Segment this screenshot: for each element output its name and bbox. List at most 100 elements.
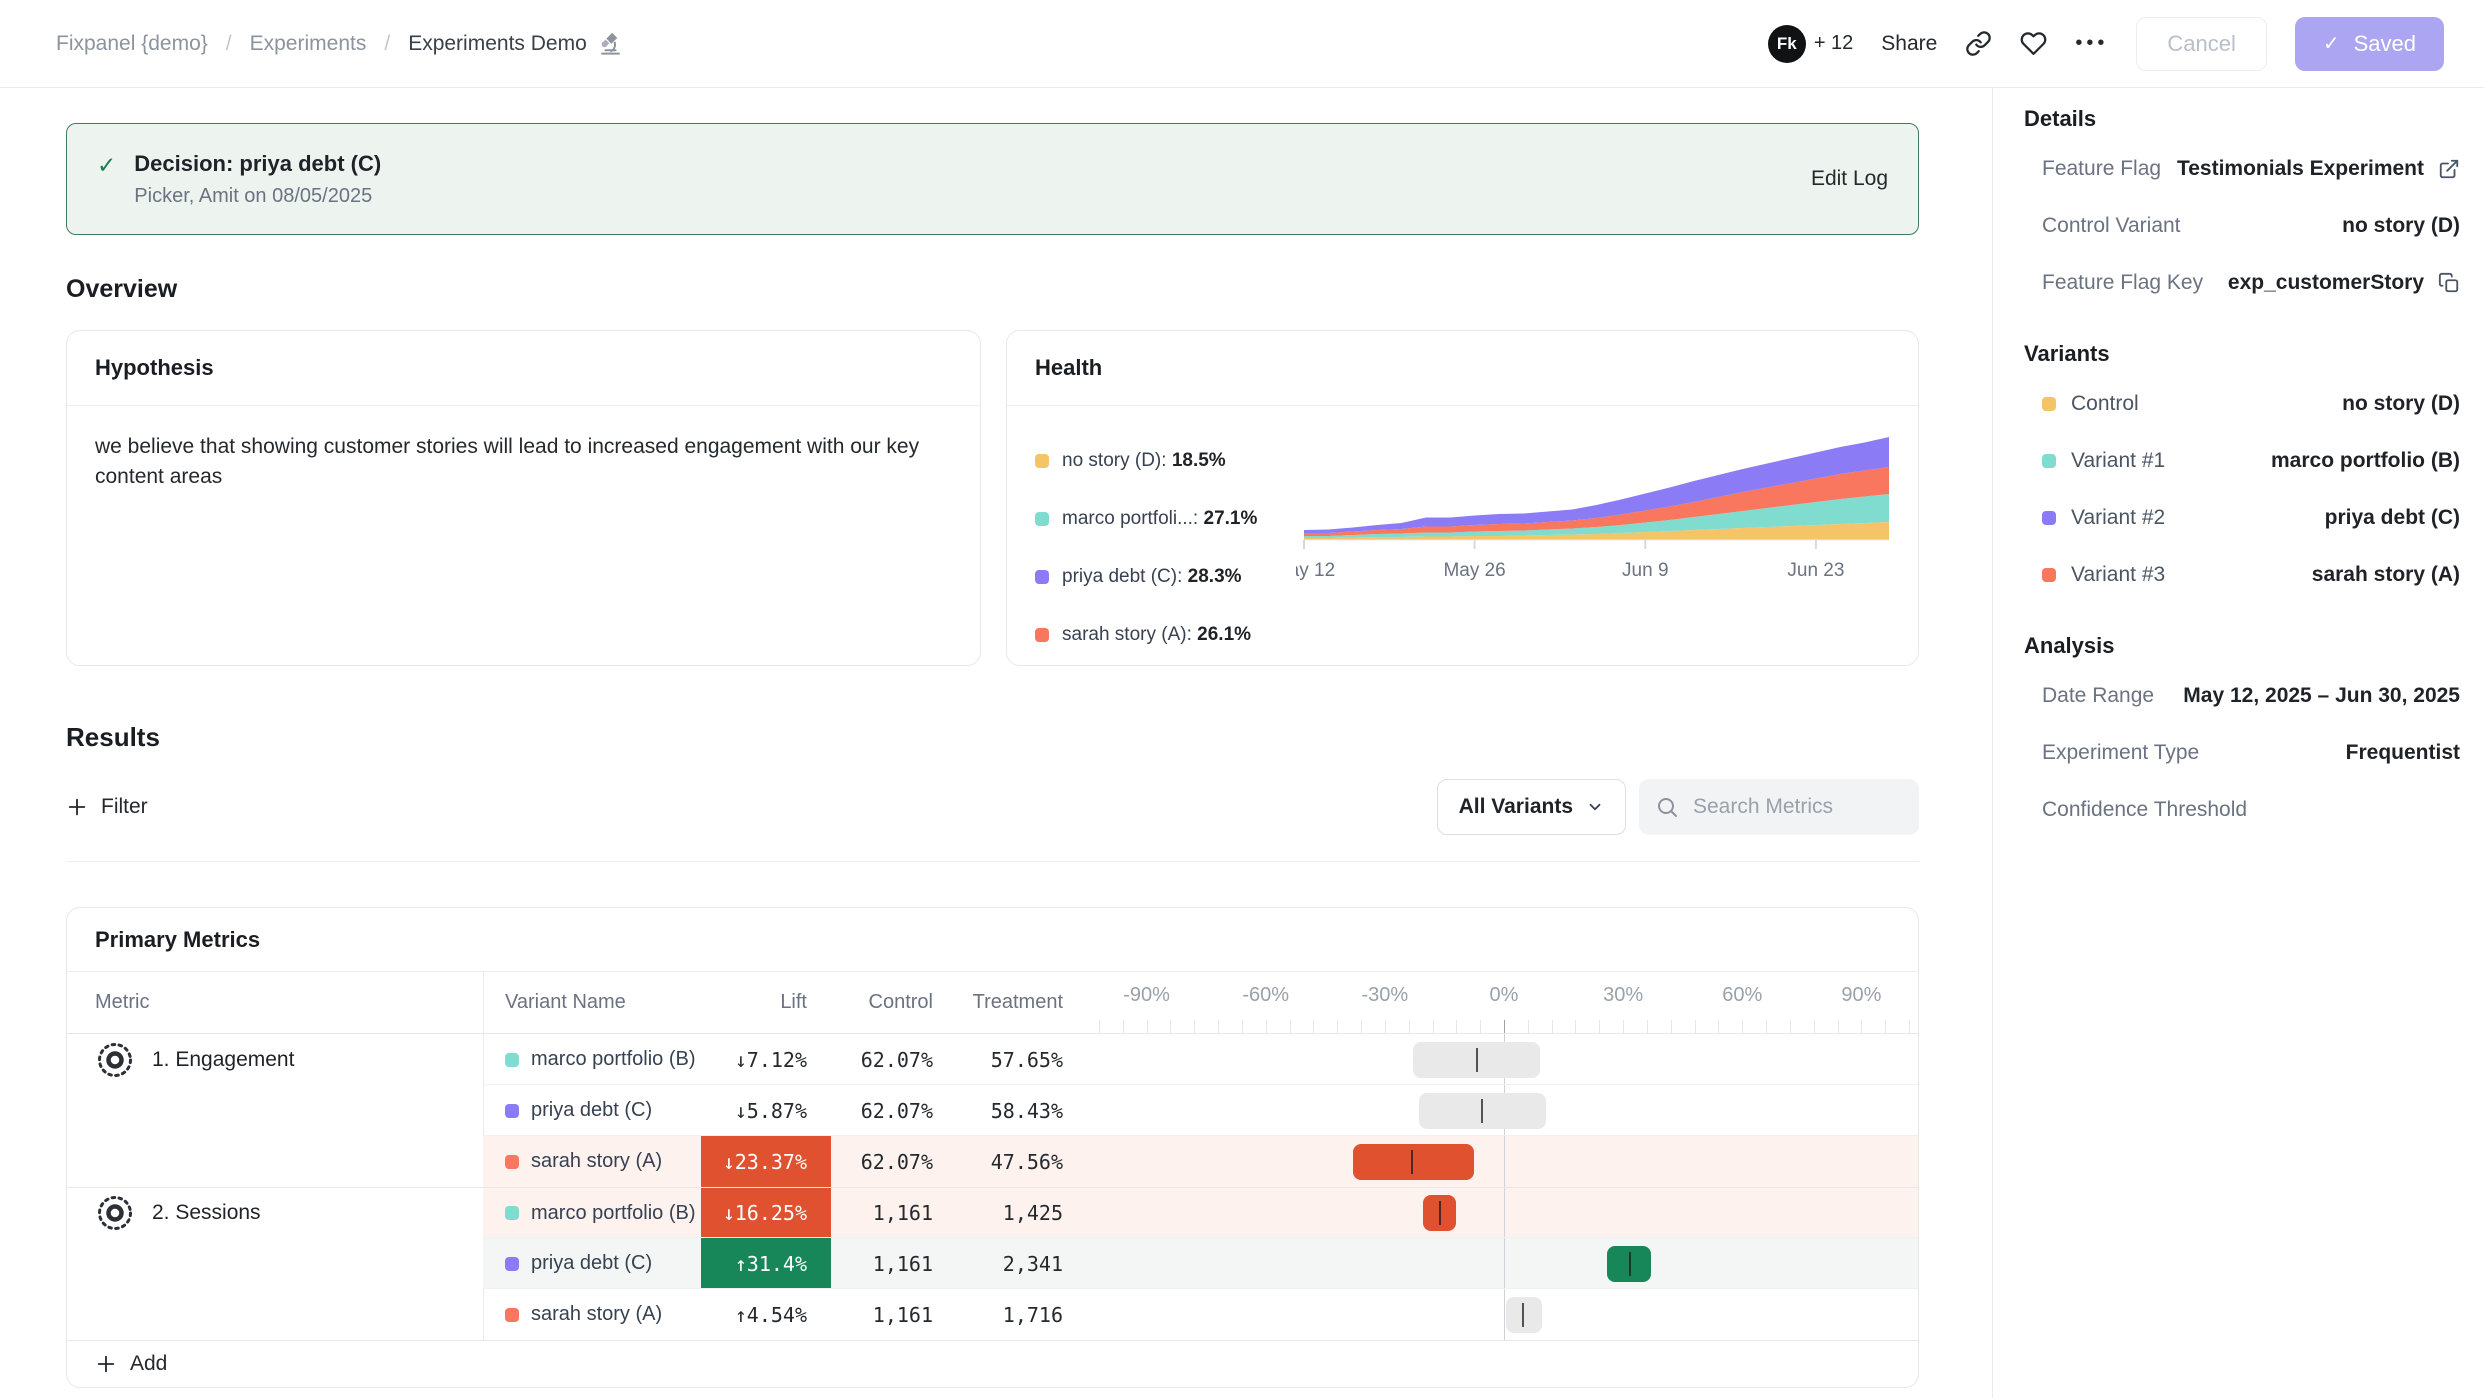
details-section: Details Feature FlagTestimonials Experim… <box>2024 106 2460 311</box>
hypothesis-title: Hypothesis <box>67 331 980 406</box>
metric-table-row[interactable]: sarah story (A)↑4.54%1,1611,716 <box>67 1289 1918 1340</box>
axis-percent-label: 0% <box>1490 984 1519 1007</box>
search-metrics-input[interactable] <box>1691 794 1891 820</box>
lift-value-cell: ↓23.37% <box>701 1136 831 1187</box>
zero-axis-line <box>1504 1136 1505 1187</box>
variant-label: Variant #1 <box>2071 449 2165 473</box>
axis-percent-label: 30% <box>1603 984 1643 1007</box>
metric-table-row[interactable]: sarah story (A)↓23.37%62.07%47.56% <box>67 1136 1918 1187</box>
variant-color-chip <box>2042 511 2056 525</box>
hypothesis-card: Hypothesis we believe that showing custo… <box>66 330 981 666</box>
main-content: ✓ Decision: priya debt (C) Picker, Amit … <box>0 88 1993 1398</box>
lift-value-cell: ↑31.4% <box>701 1238 831 1289</box>
axis-tick <box>1361 1020 1362 1033</box>
axis-tick-strip <box>1087 1018 1919 1033</box>
axis-tick <box>1766 1020 1767 1033</box>
variant-name-cell: sarah story (A) <box>483 1289 701 1340</box>
axis-tick <box>1575 1020 1576 1033</box>
add-metric-button[interactable]: Add <box>67 1340 1918 1387</box>
top-bar: Fixpanel {demo} / Experiments / Experime… <box>0 0 2484 88</box>
control-value-cell: 62.07% <box>831 1085 957 1136</box>
breadcrumb-experiments[interactable]: Experiments <box>250 32 367 56</box>
saved-button[interactable]: ✓ Saved <box>2295 17 2444 71</box>
lift-axis-header: -90%-60%-30%0%30%60%90% <box>1087 972 1919 1033</box>
variant-name-cell: marco portfolio (B) <box>483 1034 701 1085</box>
breadcrumb-project[interactable]: Fixpanel {demo} <box>56 32 208 56</box>
primary-metrics-card: Primary Metrics Metric Variant Name Lift… <box>66 907 1919 1388</box>
detail-value: Testimonials Experiment <box>2177 157 2424 181</box>
axis-percent-label: 90% <box>1841 984 1881 1007</box>
variant-name: sarah story (A) <box>531 1303 662 1326</box>
axis-percent-label: -90% <box>1123 984 1170 1007</box>
external-link-icon[interactable] <box>2438 158 2460 180</box>
favorite-heart-icon[interactable] <box>2020 30 2047 57</box>
axis-percent-label: -60% <box>1242 984 1289 1007</box>
search-icon <box>1655 795 1679 819</box>
axis-tick <box>1337 1020 1338 1033</box>
legend-label: no story (D): 18.5% <box>1062 450 1226 472</box>
variant-name: priya debt (C) <box>531 1252 652 1275</box>
metric-table-row[interactable]: priya debt (C)↓5.87%62.07%58.43% <box>67 1085 1918 1136</box>
confidence-interval-cell <box>1087 1136 1919 1187</box>
axis-tick <box>1790 1020 1791 1033</box>
analysis-row: Confidence Threshold <box>2024 781 2460 838</box>
variant-name-cell: priya debt (C) <box>483 1085 701 1136</box>
axis-tick <box>1242 1020 1243 1033</box>
point-estimate-marker <box>1629 1252 1631 1276</box>
edit-log-button[interactable]: Edit Log <box>1811 167 1888 191</box>
point-estimate-marker <box>1439 1201 1441 1225</box>
metric-target-icon <box>95 1193 135 1233</box>
health-legend: no story (D): 18.5%marco portfoli...: 27… <box>1035 432 1257 664</box>
x-axis-label: Jun 23 <box>1787 560 1844 581</box>
detail-value: exp_customerStory <box>2228 271 2424 295</box>
share-button[interactable]: Share <box>1881 32 1937 56</box>
avatar[interactable]: Fk <box>1768 25 1806 63</box>
x-axis-label: May 26 <box>1443 560 1505 581</box>
detail-label: Feature Flag <box>2042 157 2161 181</box>
lift-value-cell: ↓16.25% <box>701 1188 831 1238</box>
metric-table-row[interactable]: 1. Engagementmarco portfolio (B)↓7.12%62… <box>67 1034 1918 1085</box>
chevron-down-icon <box>1586 798 1604 816</box>
health-legend-item: no story (D): 18.5% <box>1035 432 1257 490</box>
cancel-button[interactable]: Cancel <box>2136 17 2266 71</box>
axis-percent-label: -30% <box>1361 984 1408 1007</box>
axis-tick <box>1814 1020 1815 1033</box>
search-metrics-box[interactable] <box>1639 779 1919 835</box>
collaborators[interactable]: Fk + 12 <box>1768 25 1853 63</box>
variant-color-chip <box>505 1257 519 1271</box>
variant-name: marco portfolio (B) <box>531 1202 696 1225</box>
axis-tick <box>1170 1020 1171 1033</box>
axis-tick <box>1266 1020 1267 1033</box>
variant-color-chip <box>2042 454 2056 468</box>
add-filter-button[interactable]: Filter <box>66 795 148 819</box>
lift-value-cell: ↑4.54% <box>701 1289 831 1340</box>
detail-value: no story (D) <box>2342 214 2460 238</box>
axis-tick <box>1671 1020 1672 1033</box>
axis-tick <box>1194 1020 1195 1033</box>
clipboard-icon[interactable] <box>2438 272 2460 294</box>
results-toolbar: Filter All Variants <box>66 779 1919 862</box>
results-heading: Results <box>66 722 1919 753</box>
confidence-interval-cell <box>1087 1085 1919 1136</box>
axis-tick <box>1718 1020 1719 1033</box>
top-bar-actions: Fk + 12 Share ••• Cancel ✓ Saved <box>1768 17 2444 71</box>
point-estimate-marker <box>1411 1150 1413 1174</box>
variants-section: Variants Controlno story (D)Variant #1ma… <box>2024 341 2460 603</box>
variant-value: no story (D) <box>2342 392 2460 416</box>
axis-tick <box>1385 1020 1386 1033</box>
treatment-value-cell: 1,425 <box>957 1188 1087 1238</box>
treatment-value-cell: 1,716 <box>957 1289 1087 1340</box>
variant-label: Control <box>2071 392 2139 416</box>
variant-label: Variant #3 <box>2071 563 2165 587</box>
metric-table-row[interactable]: 2. Sessionsmarco portfolio (B)↓16.25%1,1… <box>67 1187 1918 1238</box>
more-options-button[interactable]: ••• <box>2075 32 2108 55</box>
variant-name-cell: sarah story (A) <box>483 1136 701 1187</box>
metric-name-cell <box>67 1289 483 1340</box>
variant-row: Control no story (D) <box>2024 375 2460 432</box>
variant-filter-dropdown[interactable]: All Variants <box>1437 779 1626 835</box>
axis-tick <box>1647 1020 1648 1033</box>
point-estimate-marker <box>1476 1048 1478 1072</box>
axis-tick <box>1504 1020 1505 1033</box>
copy-link-icon[interactable] <box>1965 30 1992 57</box>
metric-table-row[interactable]: priya debt (C)↑31.4%1,1612,341 <box>67 1238 1918 1289</box>
